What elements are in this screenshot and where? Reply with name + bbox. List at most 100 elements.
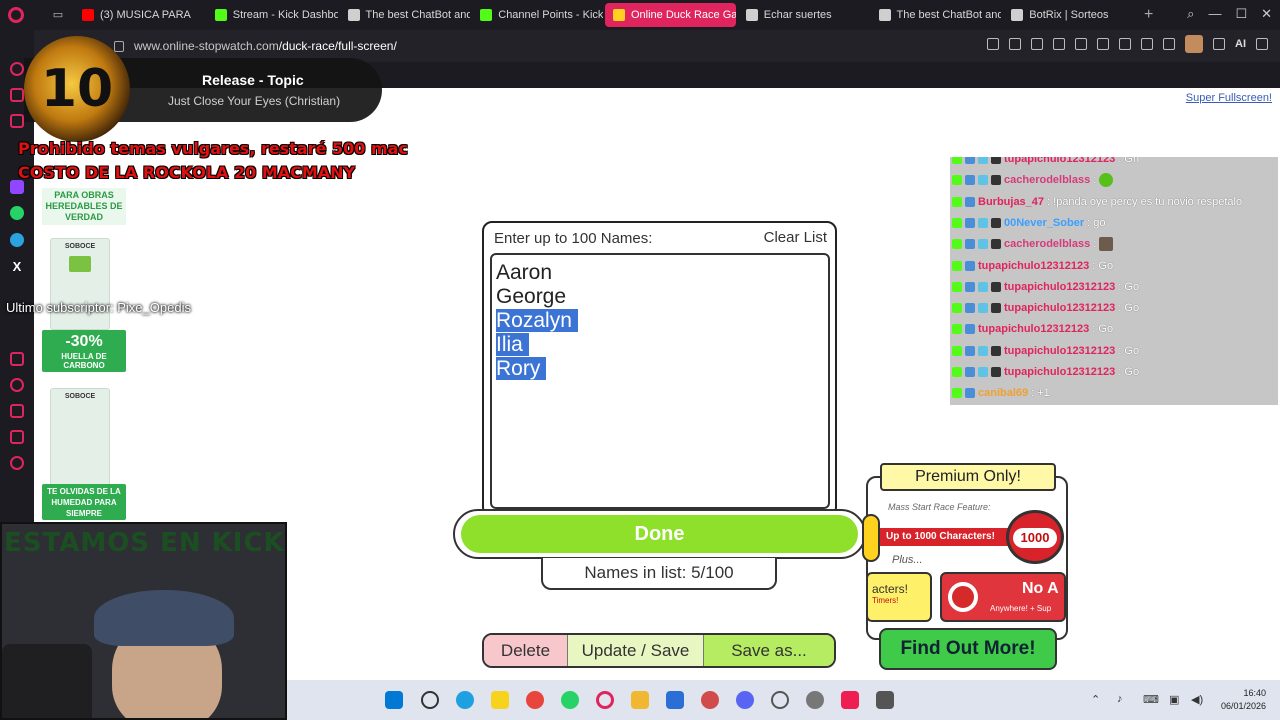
chat-badge-icon	[965, 239, 975, 250]
sidebar-icon[interactable]	[10, 114, 24, 128]
chat-username[interactable]: canibal69	[978, 387, 1028, 399]
whatsapp-icon[interactable]	[10, 206, 24, 220]
clock-time: 16:40	[1243, 688, 1266, 698]
name-entry[interactable]: George	[496, 285, 828, 309]
chat-username[interactable]: cacherodelblass	[1004, 238, 1090, 250]
chat-username[interactable]: tupapichulo12312123	[978, 260, 1089, 272]
delete-button[interactable]: Delete	[484, 635, 568, 666]
search-icon[interactable]: ⌕	[1187, 6, 1194, 22]
name-text: Aaron	[496, 261, 553, 284]
tab-label: Stream - Kick Dashbo	[232, 9, 338, 21]
chat-message: tupapichulo12312123: Gn	[952, 157, 1139, 169]
premium-panel[interactable]: Mass Start Race Feature: Up to 1000 Char…	[866, 476, 1068, 640]
tiktok-icon[interactable]	[841, 691, 859, 709]
sidebar-icon[interactable]	[10, 352, 24, 366]
browser-tab[interactable]: Echar suertes	[738, 3, 869, 27]
chat-username[interactable]: Burbujas_47	[978, 196, 1044, 208]
opera-logo-icon[interactable]	[8, 7, 24, 23]
puzzle-icon[interactable]	[1163, 38, 1175, 50]
tab-label: BotRix | Sorteos	[1029, 9, 1109, 21]
ai-button[interactable]: AI	[1235, 38, 1246, 53]
chat-username[interactable]: tupapichulo12312123	[1004, 345, 1115, 357]
heart-icon[interactable]	[1097, 38, 1109, 50]
windows-start-icon[interactable]	[385, 691, 403, 709]
chat-username[interactable]: tupapichulo12312123	[1004, 157, 1115, 165]
search-icon[interactable]	[421, 691, 439, 709]
whatsapp-icon[interactable]	[561, 691, 579, 709]
chat-username[interactable]: tupapichulo12312123	[978, 323, 1089, 335]
advertisement[interactable]: PARA OBRAS HEREDABLES DE VERDAD SOBOCE -…	[34, 188, 134, 522]
tab-menu-icon[interactable]: ▭	[50, 7, 66, 23]
notes-icon[interactable]	[491, 691, 509, 709]
names-textarea[interactable]: Aaron George Rozalyn Ilia Rory	[490, 253, 830, 509]
chat-username[interactable]: tupapichulo12312123	[1004, 281, 1115, 293]
url-text[interactable]: www.online-stopwatch.com/duck-race/full-…	[134, 39, 397, 53]
store-icon[interactable]	[666, 691, 684, 709]
discord-icon[interactable]	[736, 691, 754, 709]
chat-username[interactable]: cacherodelblass	[1004, 174, 1090, 186]
translate-icon[interactable]	[1053, 38, 1065, 50]
name-entry[interactable]: Aaron	[496, 261, 828, 285]
tray-chevron-icon[interactable]: ⌃	[1091, 693, 1100, 706]
extension-icon[interactable]	[1119, 38, 1131, 50]
network-icon[interactable]: ▣	[1169, 693, 1179, 706]
download-icon[interactable]	[1213, 38, 1225, 50]
steam-icon[interactable]	[771, 691, 789, 709]
browser-tab[interactable]: The best ChatBot and	[340, 3, 470, 27]
name-entry[interactable]: Rory	[496, 357, 828, 381]
find-out-more-button[interactable]: Find Out More!	[879, 628, 1057, 670]
browser-tab[interactable]: (3) MUSICA PARA	[74, 3, 205, 27]
shield-icon[interactable]	[1031, 38, 1043, 50]
minimize-icon[interactable]: —	[1208, 6, 1221, 22]
clear-list-button[interactable]: Clear List	[764, 229, 827, 246]
system-clock[interactable]: 16:40 06/01/2026	[1221, 687, 1266, 713]
browser-tab[interactable]: Channel Points - Kick	[472, 3, 603, 27]
premium-1000-text: 1000	[1013, 528, 1057, 548]
settings-icon[interactable]	[10, 456, 24, 470]
app-icon[interactable]	[876, 691, 894, 709]
aria-icon[interactable]	[10, 62, 24, 76]
microphone-icon[interactable]: ♪	[1117, 693, 1123, 705]
save-as-button[interactable]: Save as...	[704, 635, 834, 666]
close-icon[interactable]: ✕	[1261, 6, 1272, 22]
keyboard-icon[interactable]: ⌨	[1143, 693, 1159, 706]
play-icon[interactable]	[1075, 38, 1087, 50]
browser-tab[interactable]: Online Duck Race Game	[605, 3, 736, 27]
new-tab-icon[interactable]: +	[1144, 6, 1153, 24]
puzzle-icon[interactable]	[10, 430, 24, 444]
browser-tab[interactable]: Stream - Kick Dashbo	[207, 3, 338, 27]
clock-icon[interactable]	[10, 378, 24, 392]
telegram-icon[interactable]	[10, 233, 24, 247]
chat-text: : Go	[1118, 302, 1140, 315]
name-entry[interactable]: Rozalyn	[496, 309, 828, 333]
app-icon[interactable]	[701, 691, 719, 709]
name-entry[interactable]: Ilia	[496, 333, 828, 357]
chat-username[interactable]: 00Never_Sober	[1004, 217, 1084, 229]
update-save-button[interactable]: Update / Save	[568, 635, 704, 666]
x-icon[interactable]: X	[10, 260, 24, 274]
volume-icon[interactable]: ◀)	[1191, 693, 1203, 706]
chat-username[interactable]: tupapichulo12312123	[1004, 302, 1115, 314]
browser-tab[interactable]: BotRix | Sorteos	[1003, 3, 1134, 27]
twitch-icon[interactable]	[10, 180, 24, 194]
sidebar-icon[interactable]	[10, 88, 24, 102]
browser-tab[interactable]: The best ChatBot and	[871, 3, 1001, 27]
done-button[interactable]: Done	[453, 509, 866, 559]
tab-favicon-icon	[745, 9, 758, 21]
maximize-icon[interactable]: ☐	[1235, 6, 1247, 22]
crop-icon[interactable]	[1009, 38, 1021, 50]
profile-avatar[interactable]	[1185, 35, 1203, 53]
chat-badge-icon	[978, 281, 988, 292]
download-icon[interactable]	[10, 404, 24, 418]
super-fullscreen-link[interactable]: Super Fullscreen!	[1186, 92, 1272, 104]
cube-icon[interactable]	[1141, 38, 1153, 50]
menu-icon[interactable]	[1256, 38, 1268, 50]
edge-icon[interactable]	[456, 691, 474, 709]
chat-badge-icon	[952, 157, 962, 164]
file-explorer-icon[interactable]	[631, 691, 649, 709]
chat-username[interactable]: tupapichulo12312123	[1004, 366, 1115, 378]
opera-icon[interactable]	[596, 691, 614, 709]
chrome-icon[interactable]	[526, 691, 544, 709]
app-icon[interactable]	[806, 691, 824, 709]
pin-icon[interactable]	[987, 38, 999, 50]
